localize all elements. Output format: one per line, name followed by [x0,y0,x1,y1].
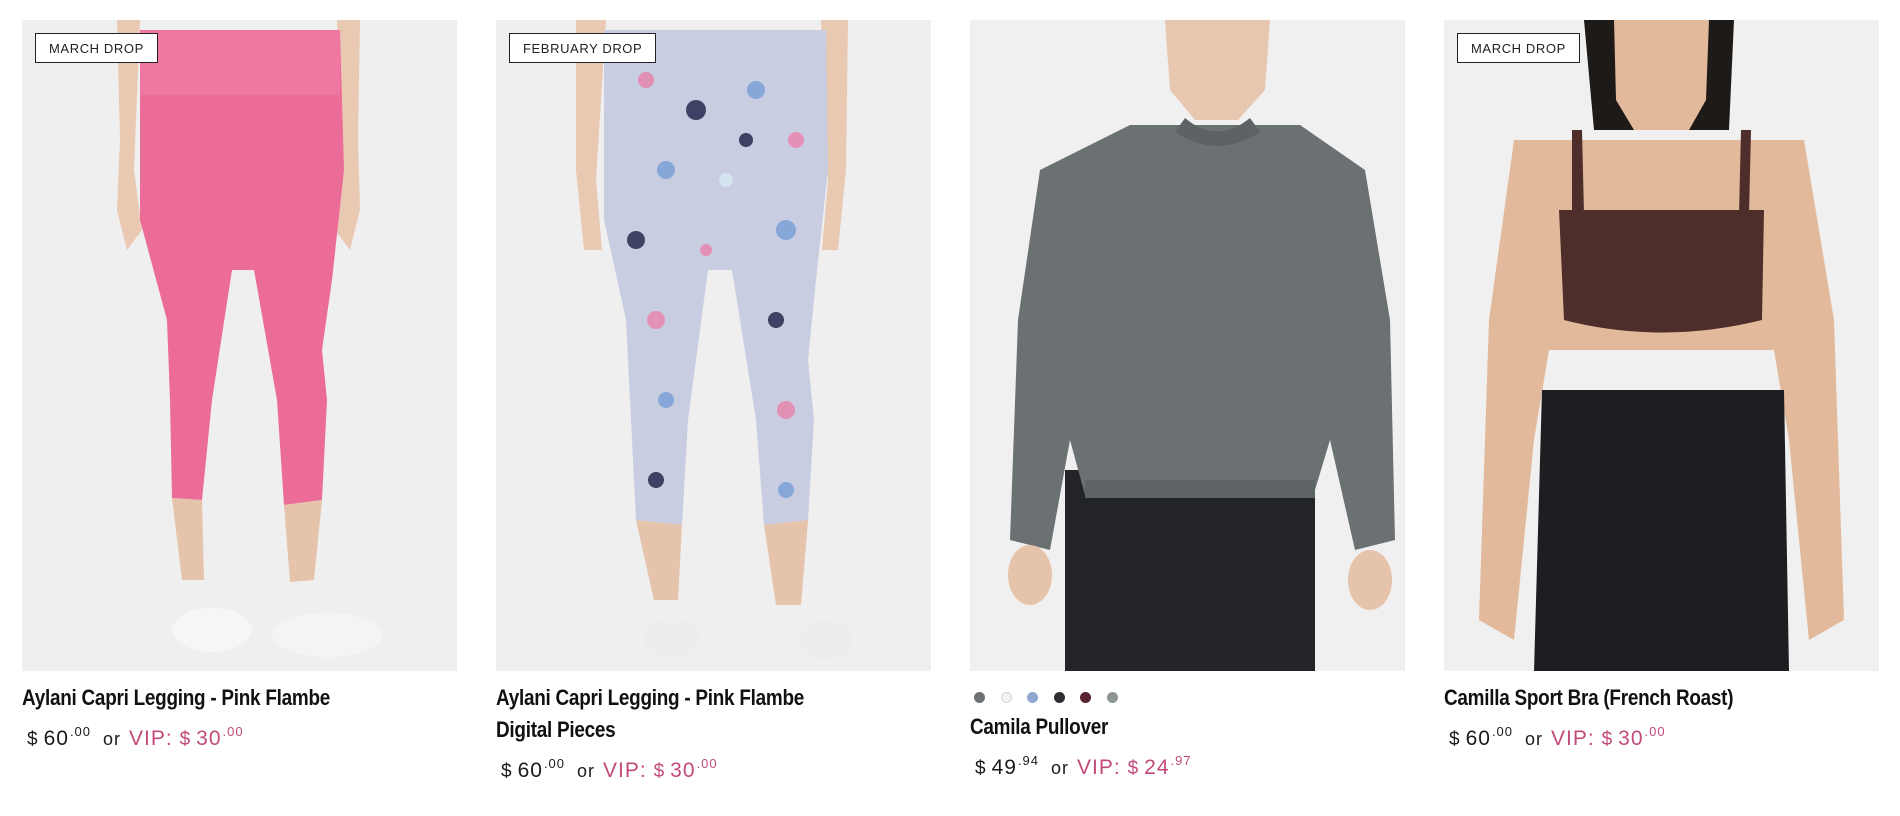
swatch-3[interactable] [1053,691,1065,703]
price-whole: 60 [1465,727,1491,750]
pink-legging-photo [22,20,457,671]
drop-badge: FEBRUARY DROP [509,33,657,63]
price-cents: .00 [69,724,92,739]
drop-badge: MARCH DROP [1457,33,1580,63]
or-text: or [103,729,122,749]
or-text: or [1051,758,1070,778]
vip-whole: 30 [670,759,696,782]
drop-badge: MARCH DROP [35,33,158,63]
vip-label: VIP: [1551,727,1595,750]
vip-cents: .00 [1644,724,1666,739]
swatch-2[interactable] [1027,691,1038,703]
price-row: $49.94 or VIP: $24.97 [970,753,1405,780]
product-name[interactable]: Aylani Capri Legging - Pink Flambe [22,682,452,714]
price-currency: $ [1449,729,1461,750]
price-cents: .00 [543,756,566,771]
product-card[interactable]: MARCH DROP Camilla Sport Bra (French Roa… [1444,20,1879,751]
vip-cents: .00 [696,756,718,771]
price-whole: 60 [43,727,69,750]
product-card[interactable]: FEBRUARY DROP Aylani Capri Legging - Pin… [496,20,931,783]
vip-currency: $ [1127,758,1140,779]
price-whole: 60 [517,759,543,782]
vip-currency: $ [179,729,192,750]
vip-price: VIP: $30.00 [603,756,718,782]
price-cents: .00 [1491,724,1514,739]
swatch-0[interactable] [974,691,985,703]
price-currency: $ [975,758,987,779]
product-name[interactable]: Camila Pullover [970,711,1400,743]
vip-price: VIP: $24.97 [1077,753,1192,779]
vip-cents: .00 [222,724,244,739]
product-grid: MARCH DROP Aylani Capri Legging - Pink F… [0,0,1900,816]
product-name[interactable]: Aylani Capri Legging - Pink Flambe Digit… [496,682,857,746]
vip-price: VIP: $30.00 [129,724,244,750]
swatch-5[interactable] [1106,691,1118,703]
price-currency: $ [27,729,39,750]
printed-legging-photo [496,20,931,671]
or-text: or [1525,729,1544,749]
product-card[interactable]: MARCH DROP Aylani Capri Legging - Pink F… [22,20,457,751]
swatch-4[interactable] [1080,691,1091,703]
vip-whole: 30 [1618,727,1644,750]
vip-price: VIP: $30.00 [1551,724,1666,750]
price-cents: .94 [1017,753,1040,768]
price-whole: 49 [991,756,1017,779]
product-card[interactable]: Camila Pullover $49.94 or VIP: $24.97 [970,20,1405,780]
gray-pullover-photo [970,20,1405,671]
vip-whole: 24 [1144,756,1170,779]
or-text: or [577,761,596,781]
product-image[interactable]: MARCH DROP [1444,20,1879,671]
swatch-1[interactable] [1000,691,1012,703]
sport-bra-photo [1444,20,1879,671]
color-swatches [970,687,1405,707]
price-row: $60.00 or VIP: $30.00 [1444,724,1879,751]
vip-whole: 30 [196,727,222,750]
vip-label: VIP: [1077,756,1121,779]
vip-currency: $ [1601,729,1614,750]
product-image[interactable]: MARCH DROP [22,20,457,671]
vip-currency: $ [653,761,666,782]
price-row: $60.00 or VIP: $30.00 [22,724,457,751]
vip-label: VIP: [129,727,173,750]
vip-label: VIP: [603,759,647,782]
vip-cents: .97 [1170,753,1192,768]
product-name[interactable]: Camilla Sport Bra (French Roast) [1444,682,1874,714]
price-row: $60.00 or VIP: $30.00 [496,756,931,783]
product-image[interactable]: FEBRUARY DROP [496,20,931,671]
product-image[interactable] [970,20,1405,671]
price-currency: $ [501,761,513,782]
